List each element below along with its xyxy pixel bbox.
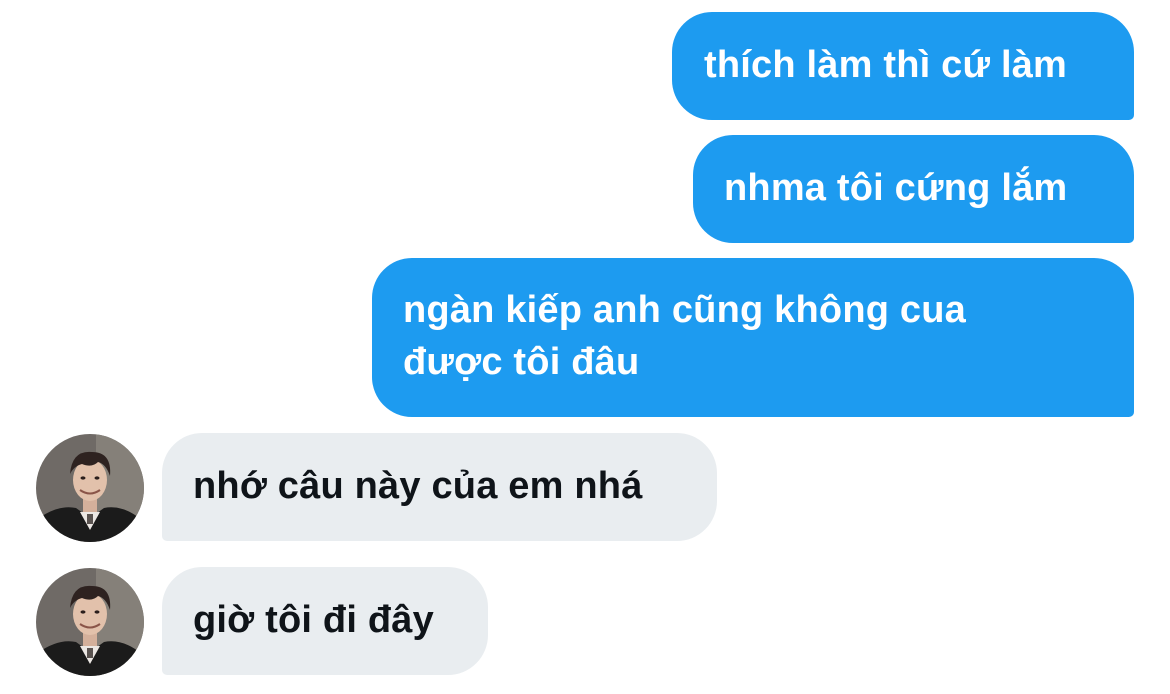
outgoing-message[interactable]: ngàn kiếp anh cũng không cua được tôi đâ… bbox=[372, 258, 1134, 417]
incoming-message[interactable]: giờ tôi đi đây bbox=[162, 567, 488, 675]
outgoing-message[interactable]: thích làm thì cứ làm bbox=[672, 12, 1134, 120]
contact-avatar[interactable] bbox=[36, 568, 144, 676]
message-text: giờ tôi đi đây bbox=[193, 599, 434, 641]
incoming-message[interactable]: nhớ câu này của em nhá bbox=[162, 433, 717, 541]
avatar-photo bbox=[36, 434, 144, 542]
avatar-photo bbox=[36, 568, 144, 676]
contact-avatar[interactable] bbox=[36, 434, 144, 542]
message-text-line: ngàn kiếp anh cũng không cua bbox=[403, 289, 966, 331]
message-text-line: được tôi đâu bbox=[403, 341, 640, 383]
message-text: nhma tôi cứng lắm bbox=[724, 167, 1068, 209]
message-text: nhớ câu này của em nhá bbox=[193, 465, 643, 507]
outgoing-message[interactable]: nhma tôi cứng lắm bbox=[693, 135, 1134, 243]
message-text: thích làm thì cứ làm bbox=[704, 44, 1068, 86]
